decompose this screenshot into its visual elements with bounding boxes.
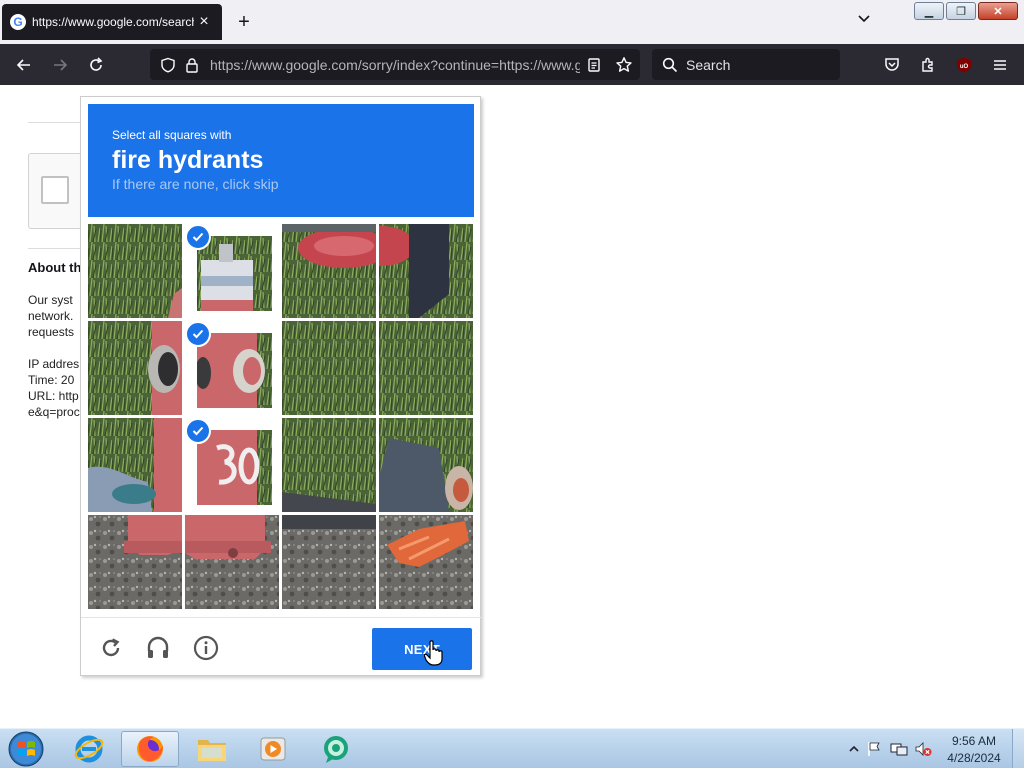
grid-tile-selected[interactable]	[185, 224, 279, 318]
ublock-origin-icon[interactable]: uO	[951, 52, 977, 78]
grid-tile[interactable]	[379, 515, 473, 609]
lock-icon[interactable]	[180, 53, 204, 77]
close-window-button[interactable]: ✕	[978, 2, 1018, 20]
start-button[interactable]	[6, 730, 46, 768]
tab-strip: G https://www.google.com/search × + ▁ ❐ …	[0, 0, 1024, 44]
divider	[28, 122, 80, 123]
minimize-button[interactable]: ▁	[914, 2, 944, 20]
new-tab-button[interactable]: +	[232, 10, 256, 34]
window-controls: ▁ ❐ ✕	[914, 2, 1018, 20]
challenge-target: fire hydrants	[112, 146, 264, 174]
grid-tile-selected[interactable]	[185, 321, 279, 415]
bookmark-star-icon[interactable]	[612, 53, 636, 77]
taskbar-file-explorer[interactable]	[183, 731, 241, 767]
show-hidden-icons-icon[interactable]	[846, 741, 862, 757]
grid-tile[interactable]	[282, 321, 376, 415]
system-tray: 9:56 AM 4/28/2024	[840, 729, 1024, 768]
reload-icon[interactable]	[83, 52, 109, 78]
list-all-tabs-icon[interactable]	[852, 10, 876, 34]
grid-tile[interactable]	[379, 224, 473, 318]
challenge-footer: NEXT	[81, 617, 482, 677]
tracking-protection-shield-icon[interactable]	[156, 53, 180, 77]
challenge-subtitle: If there are none, click skip	[112, 176, 279, 192]
grid-tile[interactable]	[379, 418, 473, 512]
grid-tile[interactable]	[88, 321, 182, 415]
grid-tile[interactable]	[379, 321, 473, 415]
grid-tile[interactable]	[282, 224, 376, 318]
recaptcha-checkbox[interactable]	[41, 176, 69, 204]
google-favicon-icon: G	[10, 14, 26, 30]
pocket-icon[interactable]	[879, 52, 905, 78]
info-icon[interactable]	[192, 634, 220, 662]
checkmark-icon	[185, 321, 211, 347]
search-bar[interactable]: Search	[652, 49, 840, 80]
menu-hamburger-icon[interactable]	[987, 52, 1013, 78]
navigation-toolbar: https://www.google.com/sorry/index?conti…	[0, 44, 1024, 85]
show-desktop-button[interactable]	[1012, 729, 1024, 768]
recaptcha-challenge-dialog: Select all squares with fire hydrants If…	[80, 96, 482, 677]
internet-explorer-icon	[74, 735, 104, 763]
restore-button[interactable]: ❐	[946, 2, 976, 20]
grid-tile[interactable]	[88, 515, 182, 609]
action-center-flag-icon[interactable]	[866, 741, 882, 757]
network-icon[interactable]	[890, 741, 908, 757]
info-line-time: Time: 20	[28, 373, 75, 387]
forward-icon[interactable]	[47, 52, 73, 78]
challenge-instruction: Select all squares with	[112, 128, 232, 142]
search-input[interactable]: Search	[686, 57, 730, 73]
taskbar-internet-explorer[interactable]	[60, 731, 118, 767]
clock-time[interactable]: 9:56 AM	[948, 734, 1000, 748]
taskbar-media-player[interactable]	[244, 731, 302, 767]
paragraph-line: network.	[28, 309, 74, 323]
media-player-icon	[260, 737, 286, 761]
challenge-image-grid	[88, 224, 474, 610]
paragraph-line: Our syst	[28, 293, 73, 307]
taskbar-app[interactable]	[307, 731, 365, 767]
divider	[28, 248, 80, 249]
clock-date[interactable]: 4/28/2024	[944, 751, 1004, 765]
tab-title: https://www.google.com/search	[32, 15, 194, 29]
recaptcha-widget	[28, 153, 88, 229]
taskbar-firefox[interactable]	[121, 731, 179, 767]
address-bar[interactable]: https://www.google.com/sorry/index?conti…	[150, 49, 640, 80]
browser-tab[interactable]: G https://www.google.com/search ×	[2, 4, 222, 40]
checkmark-icon	[185, 418, 211, 444]
back-icon[interactable]	[11, 52, 37, 78]
taskbar: 9:56 AM 4/28/2024	[0, 728, 1024, 768]
reader-view-icon[interactable]	[582, 53, 606, 77]
close-tab-icon[interactable]: ×	[194, 13, 214, 31]
firefox-icon	[137, 736, 163, 762]
grid-tile[interactable]	[282, 418, 376, 512]
url-text[interactable]: https://www.google.com/sorry/index?conti…	[210, 57, 580, 73]
grid-tile[interactable]	[185, 515, 279, 609]
grid-tile[interactable]	[282, 515, 376, 609]
extensions-icon[interactable]	[915, 52, 941, 78]
checkmark-icon	[185, 224, 211, 250]
hand-cursor-icon	[424, 640, 443, 666]
grid-tile-selected[interactable]	[185, 418, 279, 512]
folder-icon	[198, 740, 226, 761]
chat-app-icon	[324, 736, 348, 763]
audio-challenge-icon[interactable]	[144, 634, 172, 662]
next-button[interactable]: NEXT	[372, 628, 472, 670]
info-line-url-cont: e&q=proc	[28, 405, 80, 419]
info-line-url: URL: http	[28, 389, 79, 403]
search-icon	[662, 57, 678, 72]
volume-muted-icon[interactable]	[914, 741, 932, 757]
svg-text:uO: uO	[960, 64, 969, 70]
grid-tile[interactable]	[88, 418, 182, 512]
about-heading: About th	[28, 260, 82, 275]
info-line-ip: IP addres	[28, 357, 80, 371]
paragraph-line: requests	[28, 325, 75, 339]
reload-challenge-icon[interactable]	[97, 634, 125, 662]
grid-tile[interactable]	[88, 224, 182, 318]
challenge-header: Select all squares with fire hydrants If…	[88, 104, 474, 217]
